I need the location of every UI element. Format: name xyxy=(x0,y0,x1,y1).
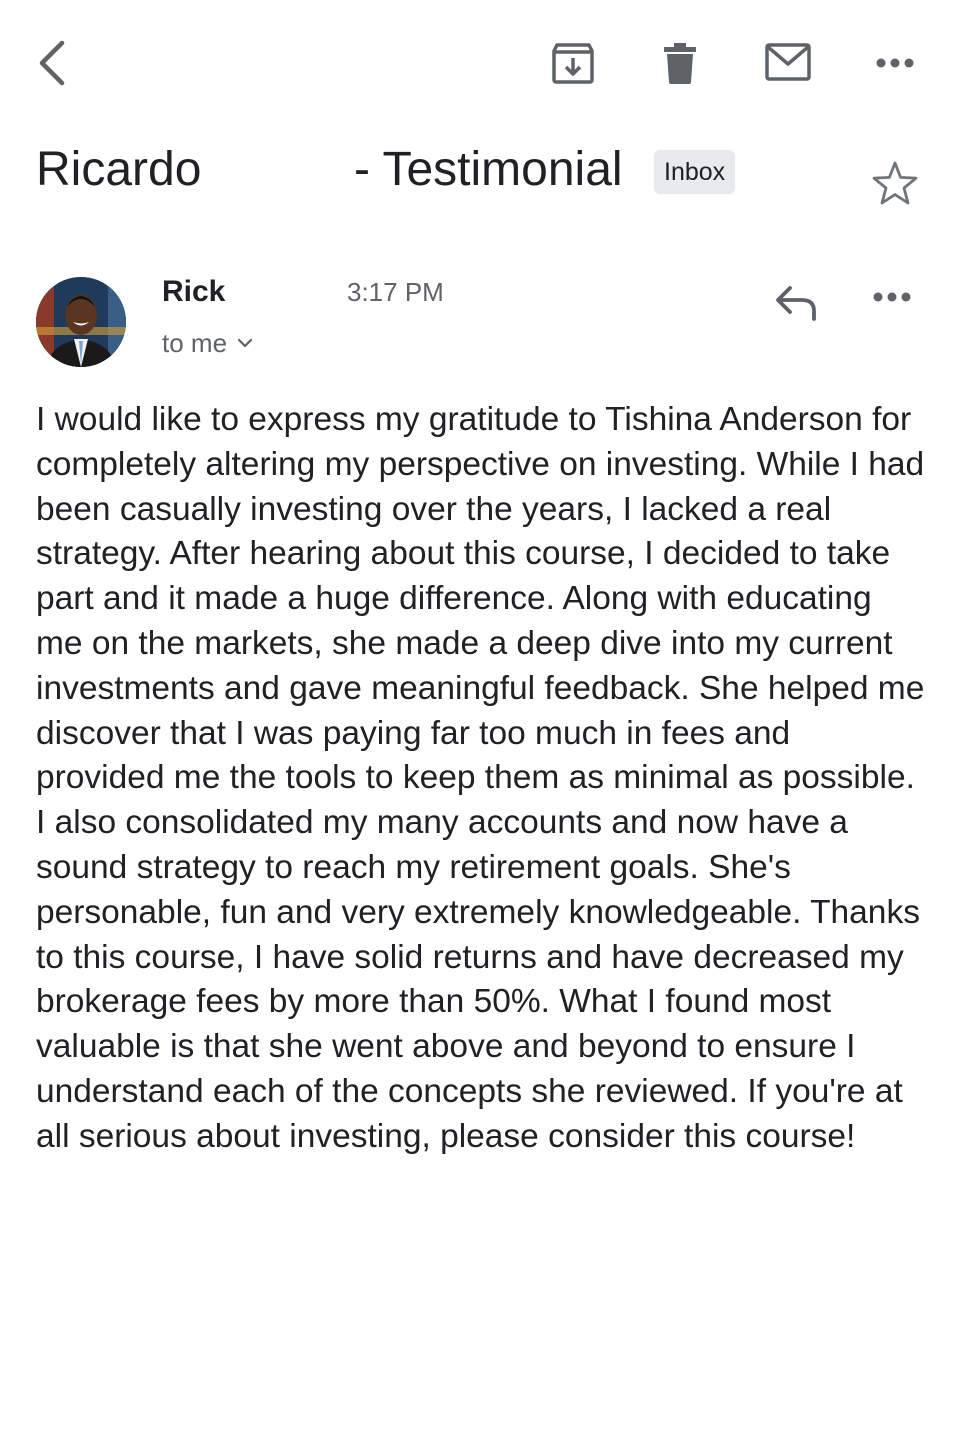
sender-name[interactable]: Rick xyxy=(162,272,225,312)
more-horizontal-icon xyxy=(873,292,911,302)
chevron-down-icon xyxy=(237,338,253,348)
recipient-details-toggle[interactable]: to me xyxy=(162,326,253,360)
message-more-button[interactable] xyxy=(872,290,912,308)
more-options-button[interactable] xyxy=(872,48,918,78)
subject-text-suffix: - Testimonial xyxy=(354,143,623,196)
reply-icon xyxy=(776,286,816,321)
top-toolbar xyxy=(0,0,958,120)
archive-button[interactable] xyxy=(550,40,596,86)
sent-time: 3:17 PM xyxy=(347,277,444,307)
star-outline-icon xyxy=(872,161,918,205)
reply-button[interactable] xyxy=(774,283,820,328)
delete-button[interactable] xyxy=(660,40,700,86)
recipient-text: to me xyxy=(162,328,228,358)
star-button[interactable] xyxy=(872,160,918,211)
trash-icon xyxy=(664,43,696,84)
more-horizontal-icon xyxy=(876,58,914,68)
back-button[interactable] xyxy=(32,38,72,88)
inbox-label-badge[interactable]: Inbox xyxy=(654,150,736,194)
envelope-icon xyxy=(765,43,811,81)
subject-text: Ricardo xyxy=(36,143,202,196)
mark-unread-button[interactable] xyxy=(764,42,812,82)
archive-icon xyxy=(552,43,594,84)
sender-avatar[interactable] xyxy=(36,277,126,367)
email-body: I would like to express my gratitude to … xyxy=(36,401,925,1155)
email-subject: Ricardo - Testimonial Inbox xyxy=(36,140,936,210)
chevron-left-icon xyxy=(39,40,65,86)
avatar-image xyxy=(36,277,126,367)
